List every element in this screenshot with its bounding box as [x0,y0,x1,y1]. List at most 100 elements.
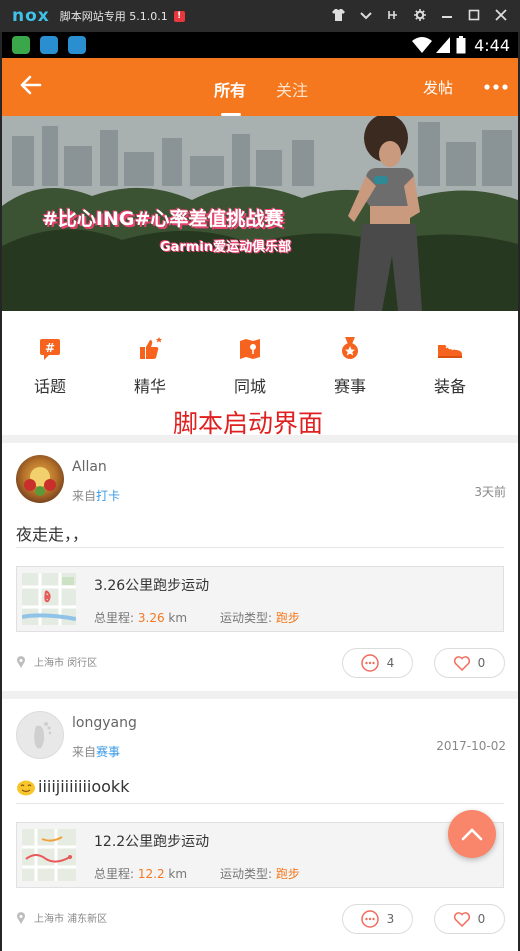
like-count: 0 [477,912,486,926]
status-indicators: 4:44 [412,32,510,58]
signal-icon [436,37,451,53]
divider [16,803,504,804]
comment-button[interactable]: 4 [342,648,413,678]
alert-badge[interactable]: ! [173,10,185,22]
run-record-card[interactable]: 12.2公里跑步运动 总里程: 12.2 km 运动类型: 跑步 [16,822,504,888]
source-link[interactable]: 赛事 [96,745,120,759]
source-link[interactable]: 打卡 [96,489,120,503]
post-source: 来自打卡 [72,487,120,504]
type-value: 跑步 [275,611,300,625]
avatar[interactable] [16,711,64,759]
distance: 总里程: 3.26 km [94,609,187,626]
comment-count: 3 [386,912,395,926]
back-arrow-icon[interactable] [20,74,42,96]
pin-icon[interactable] [379,9,406,24]
top-nav-bar: 所有 关注 发帖 [2,58,518,116]
activity-type: 运动类型: 跑步 [220,609,300,626]
category-gear[interactable]: 装备 [410,335,490,397]
window-controls [325,0,514,32]
close-icon[interactable] [487,8,514,24]
distance-value: 12.2 [137,867,165,881]
post-text-row: iiiijiiiiiiiookk [16,777,129,796]
run-record-card[interactable]: 3.26公里跑步运动 总里程: 3.26 km 运动类型: 跑步 [16,566,504,632]
distance-unit: km [168,611,188,625]
tab-following[interactable]: 关注 [276,77,308,101]
shirt-icon[interactable] [325,8,352,24]
section-divider [2,691,518,699]
svg-text:#: # [45,341,55,355]
run-title: 3.26公里跑步运动 [94,578,210,594]
avatar[interactable] [16,455,64,503]
comment-icon [360,910,379,928]
heart-icon [453,655,470,671]
city-map-icon [240,339,260,359]
new-post-button[interactable]: 发帖 [423,77,453,98]
category-featured[interactable]: 精华 [110,335,190,397]
distance-value: 3.26 [137,611,165,625]
event-banner[interactable]: #比心ING#心率差值挑战赛 Garmin爱运动俱乐部 [2,116,518,311]
more-options-icon[interactable] [484,70,508,104]
post-time: 2017-10-02 [436,739,506,753]
username[interactable]: longyang [72,715,137,731]
post-card[interactable]: longyang 来自赛事 2017-10-02 iiiijiiiiiiiook… [2,699,518,951]
category-label: 精华 [133,377,166,396]
location-text: 上海市 浦东新区 [34,914,108,925]
category-local[interactable]: 同城 [210,335,290,397]
comment-count: 4 [386,656,395,670]
type-label: 运动类型: [220,867,273,881]
nox-logo: nox [12,6,50,26]
browser-icon [68,36,86,54]
emoji-icon [17,780,35,795]
chevron-up-icon [461,828,483,841]
type-label: 运动类型: [220,611,273,625]
like-button[interactable]: 0 [434,648,505,678]
post-text: iiiijiiiiiiiookk [38,777,130,796]
tab-all[interactable]: 所有 [214,77,246,101]
location-pin-icon [16,909,26,928]
post-source: 来自赛事 [72,743,120,760]
maximize-icon[interactable] [460,9,487,24]
divider [16,547,504,548]
comment-icon [360,654,379,672]
username[interactable]: Allan [72,459,107,475]
distance: 总里程: 12.2 km [94,865,187,882]
type-value: 跑步 [275,867,300,881]
comment-button[interactable]: 3 [342,904,413,934]
android-status-bar: 4:44 [2,32,518,58]
post-card[interactable]: Allan 来自打卡 3天前 夜走走，， 3.26公里跑步运动 总里程: 3.2… [2,443,518,691]
category-topic[interactable]: # 话题 [10,335,90,397]
source-prefix: 来自 [72,745,97,759]
clock: 4:44 [474,35,510,55]
emulator-title: 脚本网站专用 5.1.0.1 [59,10,168,23]
distance-label: 总里程: [94,867,135,881]
category-events[interactable]: 赛事 [310,335,390,397]
android-app-icon [12,36,30,54]
category-label: 装备 [433,377,466,396]
thumbs-up-star-icon [140,337,162,359]
medal-icon [342,337,358,359]
post-time: 3天前 [474,485,506,499]
source-prefix: 来自 [72,489,97,503]
post-text: 夜走走，， [16,525,89,544]
category-label: 同城 [233,377,266,396]
run-title: 12.2公里跑步运动 [94,834,210,850]
wifi-icon [412,37,433,53]
gear-icon[interactable] [406,8,433,24]
heart-icon [453,911,470,927]
distance-unit: km [168,867,188,881]
like-count: 0 [477,656,486,670]
minimize-icon[interactable] [433,9,460,24]
sneaker-icon [438,345,462,358]
browser-icon [40,36,58,54]
banner-subline: Garmin爱运动俱乐部 [160,240,292,255]
emulator-window: nox 脚本网站专用 5.1.0.1 ! 4:44 所有 关注 发帖 #比心IN… [0,0,520,951]
emulator-title-bar: nox 脚本网站专用 5.1.0.1 ! [0,0,520,32]
like-button[interactable]: 0 [434,904,505,934]
route-map-thumbnail [22,829,76,881]
chevron-down-icon[interactable] [352,9,379,23]
battery-icon [456,36,466,54]
category-label: 赛事 [333,377,366,396]
app-screen: 所有 关注 发帖 #比心ING#心率差值挑战赛 Garmin爱运动俱乐部 # 话… [2,58,518,951]
scroll-to-top-button[interactable] [448,810,496,858]
topic-icon: # [40,339,60,360]
